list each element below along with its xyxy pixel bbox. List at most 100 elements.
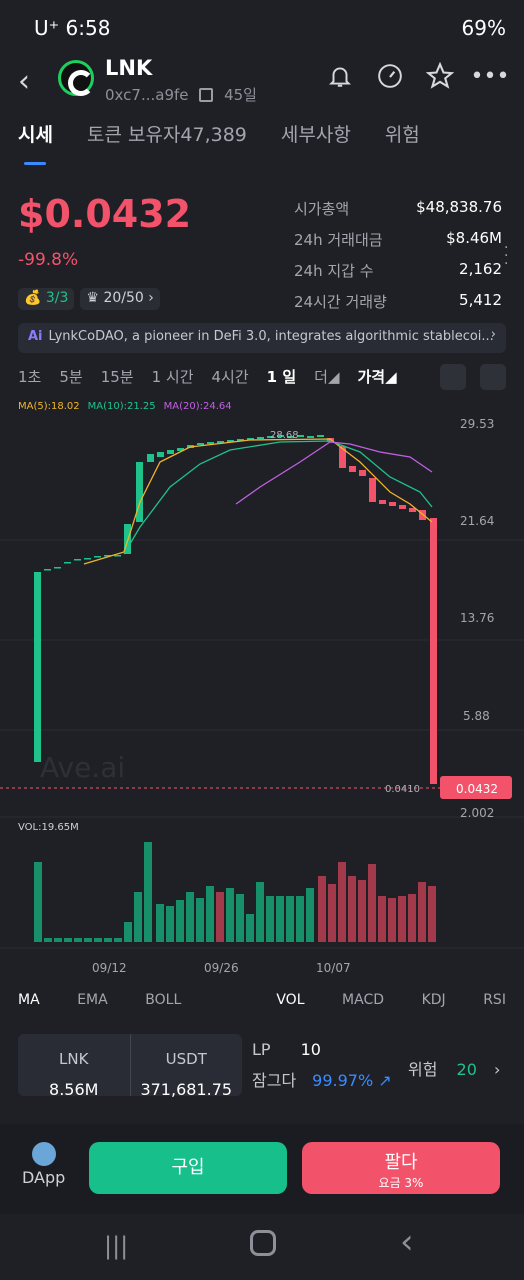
ma-line [123,440,433,555]
x-tick: 09/26 [204,961,239,975]
ind-ema[interactable]: EMA [77,992,108,1008]
candle [167,450,174,454]
pool-token-b: USDT 371,681.75 [140,1050,233,1099]
lock-label: 잠그다 [252,1071,297,1090]
candle [157,452,164,457]
score-badge[interactable]: ♛ 20/50 › [80,288,160,310]
stat-row: 24시간 거래량 5,412 [294,291,502,311]
tf-4h[interactable]: 4시간 [212,366,249,387]
volume-bar [428,886,436,942]
tab-risk[interactable]: 위험 [385,120,420,170]
candle [197,443,204,445]
candle [74,559,81,561]
tab-details[interactable]: 세부사항 [281,120,351,170]
stat-row: 시가총액 $48,838.76 [294,198,502,218]
tf-1d[interactable]: 1 일 [267,366,296,387]
crown-icon: ♛ [86,290,99,306]
volume-bar [176,900,184,942]
tf-15m[interactable]: 15분 [101,366,134,387]
volume-bar [408,894,416,942]
status-left: U⁺ 6:58 [34,16,111,40]
trade-bar: DApp 구입 팔다 요금 3% [0,1124,524,1214]
ind-vol[interactable]: VOL [276,992,304,1008]
token-address[interactable]: 0xc7...a9fe [105,86,189,104]
y-tick: 2.002 [460,806,494,820]
buy-button[interactable]: 구입 [89,1142,287,1194]
stats-more-icon[interactable]: · · · [504,241,508,271]
candle [147,454,154,462]
volume-bar [296,896,304,942]
volume-chart: 09/12 09/26 10/07 [0,842,524,975]
y-tick: 29.53 [460,417,494,431]
candle [54,567,61,569]
chevron-right-icon: › [490,327,496,342]
volume-bar [64,938,72,942]
lock-value[interactable]: 99.97% [312,1071,373,1090]
indicator-icon[interactable] [440,364,466,390]
risk-summary[interactable]: 위험 20 › [408,1056,500,1080]
token-age: 45일 [224,86,257,104]
audit-badge[interactable]: 💰 3/3 [18,288,75,310]
price-chart[interactable]: Ave.ai 28.68 0.0410 0.0432 29.53 21.64 1… [0,412,524,832]
candle [44,569,51,571]
settings-icon[interactable] [480,364,506,390]
back-nav-icon[interactable]: ‹ [400,1222,414,1262]
candle [379,500,386,504]
ind-ma[interactable]: MA [18,992,40,1008]
recents-icon[interactable]: ||| [104,1232,128,1260]
price-mode[interactable]: 가격◢ [357,366,396,387]
sell-button[interactable]: 팔다 요금 3% [302,1142,500,1194]
volume-bars [34,842,436,942]
volume-bar [276,896,284,942]
tf-more[interactable]: 더◢ [314,366,339,387]
lp-value: 10 [300,1040,321,1059]
ind-kdj[interactable]: KDJ [422,992,446,1008]
ma-line [235,441,433,505]
volume-bar [398,896,406,942]
chevron-right-icon: › [494,1060,501,1079]
indicator-divider [219,992,239,1008]
volume-bar [124,922,132,942]
ai-summary-text: LynkCoDAO, a pioneer in DeFi 3.0, integr… [48,329,494,344]
candle [64,562,71,564]
stat-row: 24h 지갑 수 2,162 [294,260,502,280]
volume-bar [196,898,204,942]
volume-bar [226,888,234,942]
header-actions: ••• [326,62,510,90]
x-tick: 09/12 [92,961,127,975]
candle [349,466,356,472]
back-icon[interactable]: ‹ [18,64,30,99]
ai-summary-banner[interactable]: Ai LynkCoDAO, a pioneer in DeFi 3.0, inte… [18,323,506,353]
tf-5m[interactable]: 5분 [59,366,82,387]
gauge-icon[interactable] [376,62,404,90]
ind-boll[interactable]: BOLL [145,992,181,1008]
home-icon[interactable] [250,1230,276,1256]
ma-legend: MA(5):18.02 MA(10):21.25 MA(20):24.64 [18,401,232,412]
tab-holders[interactable]: 토큰 보유자47,389 [87,120,247,170]
volume-bar [286,896,294,942]
volume-bar [74,938,82,942]
sell-fee: 요금 3% [378,1176,424,1190]
volume-bar [54,938,62,942]
tf-1s[interactable]: 1초 [18,366,41,387]
candle [84,558,91,560]
ind-rsi[interactable]: RSI [483,992,506,1008]
bell-icon[interactable] [326,62,354,90]
system-nav-bar: ||| ‹ [0,1214,524,1280]
more-icon[interactable]: ••• [471,62,510,90]
stat-row: 24h 거래대금 $8.46M [294,229,502,249]
ai-icon: Ai [28,329,43,344]
star-icon[interactable] [426,62,454,90]
status-bar: U⁺ 6:58 69% [0,0,524,56]
y-tick: 21.64 [460,514,494,528]
dapp-icon [31,1142,56,1166]
dapp-button[interactable]: DApp [22,1142,65,1187]
tf-1h[interactable]: 1 시간 [152,366,194,387]
ind-macd[interactable]: MACD [342,992,384,1008]
volume-bar [216,892,224,942]
token-header: ‹ LNK 0xc7...a9fe 45일 ••• [0,56,524,108]
timeframe-selector: 1초 5분 15분 1 시간 4시간 1 일 더◢ 가격◢ [18,366,397,387]
copy-icon[interactable] [199,88,214,102]
external-link-icon[interactable]: ↗ [378,1071,391,1090]
volume-bar [266,896,274,942]
